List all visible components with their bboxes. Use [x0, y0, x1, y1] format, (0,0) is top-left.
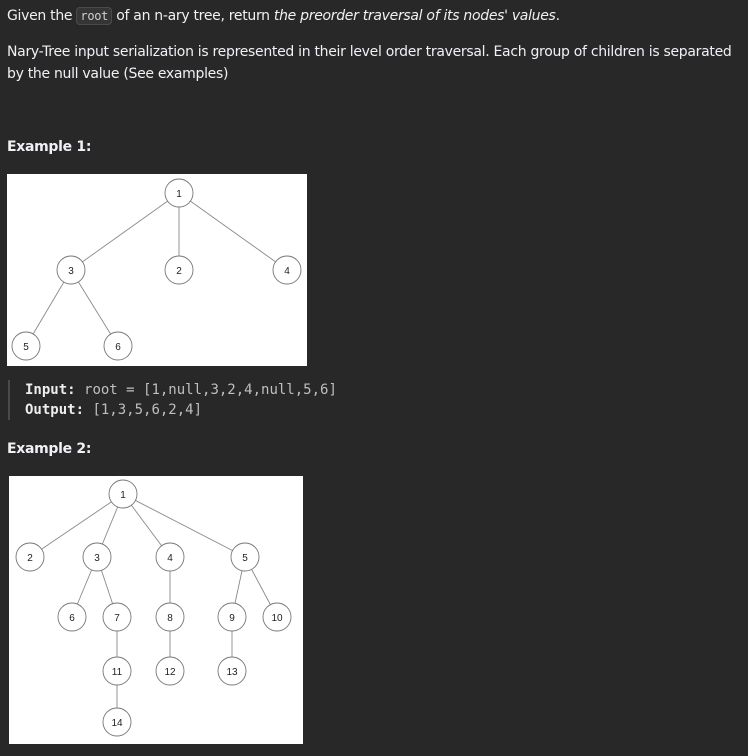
edge — [29, 493, 124, 558]
tree-node: 10 — [262, 602, 292, 632]
svg-text:9: 9 — [229, 613, 235, 624]
svg-text:5: 5 — [23, 342, 29, 353]
tree-node: 1 — [108, 479, 138, 509]
svg-text:2: 2 — [176, 266, 182, 277]
svg-text:6: 6 — [69, 613, 75, 624]
edge — [178, 192, 288, 271]
tree-node: 4 — [272, 255, 302, 285]
svg-text:4: 4 — [167, 553, 173, 564]
example1-heading: Example 1: — [7, 139, 92, 155]
tree-node: 4 — [155, 542, 185, 572]
svg-text:7: 7 — [114, 613, 120, 624]
example2-heading: Example 2: — [7, 441, 92, 457]
svg-text:5: 5 — [242, 553, 248, 564]
input-label: Input: — [25, 382, 76, 398]
svg-text:10: 10 — [271, 613, 283, 624]
svg-text:12: 12 — [164, 667, 176, 678]
tree-node: 14 — [102, 707, 132, 737]
intro-emphasis: the preorder traversal of its nodes' val… — [273, 8, 556, 24]
problem-intro: Given the root of an n-ary tree, return … — [7, 5, 560, 27]
svg-text:14: 14 — [111, 718, 123, 729]
serialization-note: Nary-Tree input serialization is represe… — [7, 44, 732, 82]
svg-text:6: 6 — [115, 342, 121, 353]
tree-node: 7 — [102, 602, 132, 632]
tree-node: 2 — [164, 255, 194, 285]
example1-input-line: Input: root = [1,null,3,2,4,null,5,6] — [25, 380, 337, 400]
svg-text:13: 13 — [226, 667, 238, 678]
svg-text:2: 2 — [27, 553, 33, 564]
tree-node: 12 — [155, 656, 185, 686]
tree-node: 3 — [82, 542, 112, 572]
svg-text:3: 3 — [68, 266, 74, 277]
intro-text: Given the — [7, 8, 77, 24]
edge — [70, 192, 180, 271]
svg-text:3: 3 — [94, 553, 100, 564]
svg-text:4: 4 — [284, 266, 290, 277]
input-value: root = [1,null,3,2,4,null,5,6] — [84, 382, 337, 398]
tree-node: 5 — [11, 331, 41, 361]
example2-tree-image: 1 2 3 4 5 6 7 8 9 10 11 12 13 14 — [9, 476, 303, 744]
tree-node: 11 — [102, 656, 132, 686]
tree-node: 8 — [155, 602, 185, 632]
tree-node: 1 — [164, 178, 194, 208]
output-label: Output: — [25, 402, 85, 418]
root-code: root — [76, 7, 113, 25]
svg-text:1: 1 — [120, 490, 126, 501]
svg-text:1: 1 — [176, 189, 182, 200]
tree-node: 6 — [103, 331, 133, 361]
intro-text-3: . — [555, 8, 560, 24]
tree-node: 9 — [217, 602, 247, 632]
output-value: [1,3,5,6,2,4] — [92, 402, 203, 418]
intro-text-2: of an n-ary tree, return — [112, 8, 274, 24]
tree-node: 6 — [57, 602, 87, 632]
tree-node: 2 — [15, 542, 45, 572]
example1-io-block: Input: root = [1,null,3,2,4,null,5,6] Ou… — [8, 380, 337, 420]
edge — [122, 493, 246, 558]
tree-node: 3 — [56, 255, 86, 285]
svg-text:11: 11 — [112, 667, 123, 678]
tree-node: 5 — [230, 542, 260, 572]
example1-tree-image: 1 3 2 4 5 6 — [7, 174, 307, 366]
example1-output-line: Output: [1,3,5,6,2,4] — [25, 400, 337, 420]
tree-node: 13 — [217, 656, 247, 686]
svg-text:8: 8 — [167, 613, 173, 624]
